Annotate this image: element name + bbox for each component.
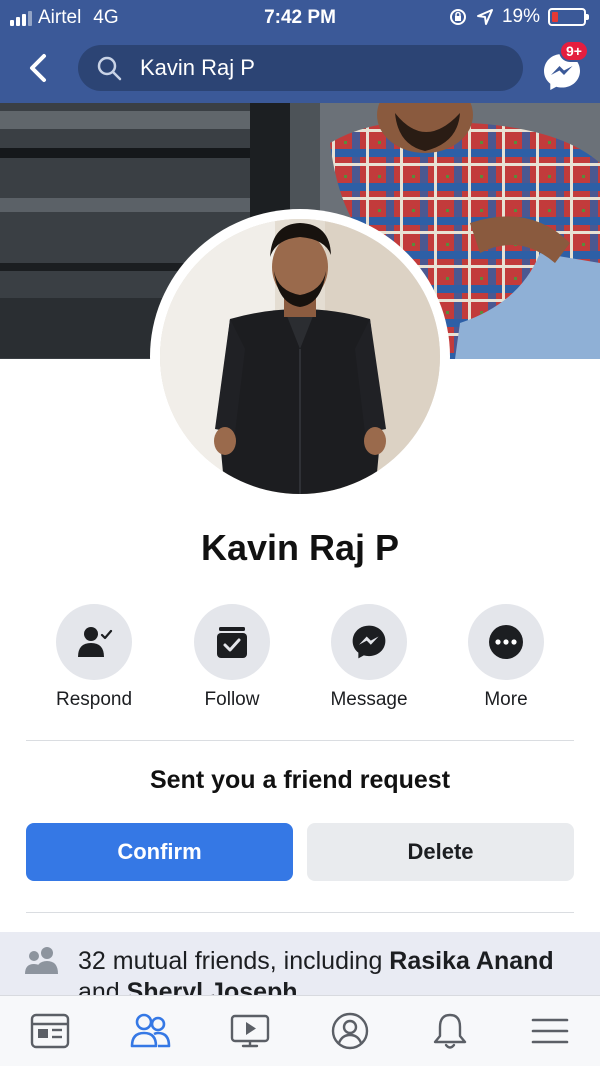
follow-check-icon: [217, 627, 247, 658]
location-arrow-icon: [476, 9, 493, 25]
mutual-friend-name[interactable]: Rasika Anand: [389, 947, 553, 975]
menu-icon: [531, 1018, 569, 1044]
messenger-icon: [352, 625, 386, 659]
profile-picture[interactable]: [160, 219, 440, 494]
friend-request-title: Sent you a friend request: [149, 766, 451, 794]
message-button[interactable]: Message: [304, 604, 434, 711]
mutual-count-text: 32 mutual friends, including: [78, 947, 390, 975]
search-icon: [96, 55, 122, 81]
status-bar: Airtel 4G 7:42 PM 19%: [0, 0, 600, 34]
app-header: Airtel 4G 7:42 PM 19% Kavin Raj P 9+: [0, 0, 600, 103]
tab-news-feed[interactable]: [0, 996, 100, 1066]
profile-icon: [331, 1012, 369, 1050]
tab-profile[interactable]: [300, 996, 400, 1066]
respond-button[interactable]: Respond: [29, 604, 159, 711]
confirm-button[interactable]: Confirm: [26, 823, 293, 881]
search-query: Kavin Raj P: [140, 55, 255, 80]
chevron-left-icon: [30, 54, 46, 82]
back-button[interactable]: [20, 50, 56, 86]
mutual-friends-row[interactable]: 32 mutual friends, including Rasika Anan…: [0, 932, 600, 998]
divider: [26, 740, 574, 741]
profile-name: Kavin Raj P: [200, 527, 400, 568]
message-label: Message: [330, 689, 408, 710]
respond-person-icon: [78, 627, 113, 657]
more-button[interactable]: More: [441, 604, 571, 711]
mutual-friends-icon: [25, 947, 58, 974]
friends-icon: [130, 1013, 171, 1048]
tab-menu[interactable]: [500, 996, 600, 1066]
news-feed-icon: [30, 1013, 70, 1049]
tab-watch[interactable]: [200, 996, 300, 1066]
tab-friends[interactable]: [100, 996, 200, 1066]
battery-percent: 19%: [501, 6, 540, 27]
delete-button[interactable]: Delete: [307, 823, 574, 881]
follow-button[interactable]: Follow: [167, 604, 297, 711]
rotation-lock-icon: [449, 9, 466, 25]
notifications-icon: [433, 1013, 467, 1049]
respond-label: Respond: [55, 689, 133, 710]
more-label: More: [484, 689, 528, 710]
messenger-badge: 9+: [559, 40, 589, 62]
follow-label: Follow: [204, 689, 260, 710]
mutual-friends-text: 32 mutual friends, including Rasika Anan…: [78, 946, 578, 998]
battery-icon: [548, 8, 589, 26]
tab-notifications[interactable]: [400, 996, 500, 1066]
divider: [26, 912, 574, 913]
watch-icon: [230, 1014, 270, 1048]
more-dots-icon: [489, 625, 523, 659]
messenger-button[interactable]: 9+: [538, 40, 589, 94]
search-input[interactable]: Kavin Raj P: [78, 45, 523, 91]
bottom-navigation: [0, 995, 600, 1066]
